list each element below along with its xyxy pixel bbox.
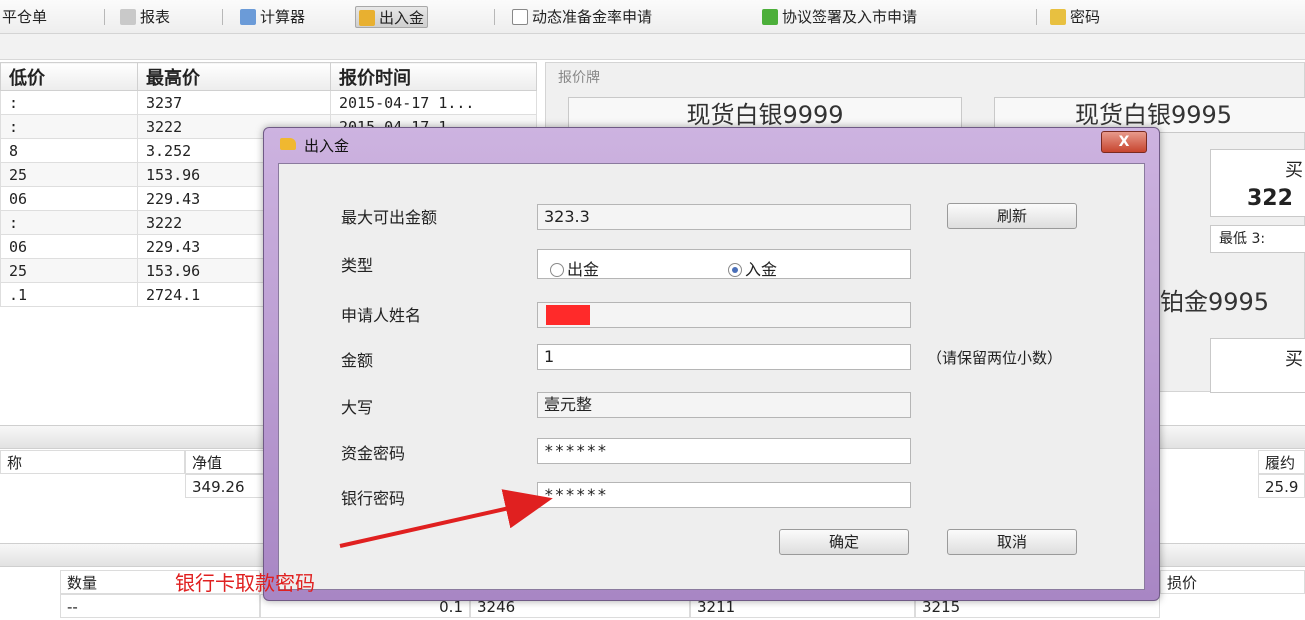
toolbar-separator [494, 9, 495, 25]
toolbar-reserve-ratio[interactable]: 动态准备金率申请 [512, 6, 652, 28]
dialog-titlebar[interactable]: 出入金 X [264, 128, 1159, 160]
table-cell: 3237 [137, 90, 331, 115]
folder-icon [280, 138, 296, 150]
platinum-quote-box: 买 [1210, 338, 1305, 393]
toolbar-password[interactable]: 密码 [1050, 6, 1100, 28]
low-price-box: 最低 3: [1210, 225, 1305, 253]
price-card-platinum[interactable]: 铂金9995 [1146, 285, 1305, 321]
toolbar-deposit-withdraw[interactable]: 出入金 [355, 6, 429, 28]
applicant-name-field [537, 302, 911, 328]
table-cell: 06 [0, 186, 138, 211]
table-cell: .1 [0, 282, 138, 307]
net-value: 349.26 [185, 474, 265, 498]
toolbar-separator [1036, 9, 1037, 25]
quote-table-header: 低价 最高价 报价时间 [0, 62, 537, 91]
annotation-arrow [339, 489, 553, 548]
table-cell: 25 [0, 162, 138, 187]
fund-password-input[interactable]: ****** [537, 438, 911, 464]
toolbar-password-label: 密码 [1070, 8, 1101, 26]
sub-toolbar [0, 34, 1305, 60]
table-cell: 06 [0, 234, 138, 259]
toolbar-report-label: 报表 [140, 8, 171, 26]
amount-input[interactable]: 1 [537, 344, 911, 370]
applicant-name-label: 申请人姓名 [341, 306, 422, 325]
uppercase-amount-label: 大写 [341, 398, 374, 417]
cancel-button[interactable]: 取消 [947, 529, 1077, 555]
table-cell: : [0, 114, 138, 139]
bank-password-input[interactable]: ****** [537, 482, 911, 508]
redaction-block [546, 305, 590, 325]
buy-label: 买 [1285, 160, 1303, 181]
toolbar-close-order[interactable]: 平仓单 [2, 6, 47, 28]
quantity-value: -- [60, 594, 260, 618]
radio-unchecked-icon [550, 263, 564, 277]
toolbar-reserve-ratio-label: 动态准备金率申请 [532, 8, 653, 26]
toolbar-calculator[interactable]: 计算器 [240, 6, 305, 28]
type-label: 类型 [341, 256, 374, 275]
calculator-icon [240, 9, 256, 25]
radio-checked-icon [728, 263, 742, 277]
max-amount-label: 最大可出金额 [341, 208, 438, 227]
stop-loss-header: 损价 [1160, 570, 1305, 594]
table-cell: 8 [0, 138, 138, 163]
toolbar-close-order-label: 平仓单 [2, 8, 48, 26]
toolbar-report[interactable]: 报表 [120, 6, 170, 28]
dialog-title: 出入金 [304, 137, 350, 155]
table-cell: : [0, 210, 138, 235]
buy-label-2: 买 [1285, 349, 1303, 370]
deposit-radio-label: 入金 [745, 260, 778, 279]
top-toolbar: 平仓单 报表 计算器 出入金 动态准备金率申请 协议签署及入市申请 密码 [0, 0, 1305, 34]
type-radio-group: 出金 入金 [537, 249, 911, 279]
toolbar-separator [222, 9, 223, 25]
table-cell: : [0, 90, 138, 115]
edit-icon [512, 9, 528, 25]
amount-label: 金额 [341, 351, 374, 370]
net-value-header: 净值 [185, 450, 265, 474]
amount-hint: （请保留两位小数） [927, 349, 1063, 367]
deposit-radio[interactable]: 入金 [728, 256, 777, 280]
table-cell: 25 [0, 258, 138, 283]
key-icon [1050, 9, 1066, 25]
annotation-label: 银行卡取款密码 [175, 571, 315, 595]
withdraw-radio[interactable]: 出金 [550, 256, 599, 280]
toolbar-deposit-withdraw-label: 出入金 [379, 9, 425, 27]
performance-value: 25.9 [1258, 474, 1305, 498]
withdraw-radio-label: 出金 [567, 260, 600, 279]
max-amount-field: 323.3 [537, 204, 911, 230]
price-quote-box: 买 322 [1210, 149, 1305, 217]
column-header[interactable]: 最高价 [137, 62, 331, 91]
table-cell: 2015-04-17 1... [330, 90, 537, 115]
toolbar-agreement[interactable]: 协议签署及入市申请 [762, 6, 917, 28]
account-name-header: 称 [0, 450, 185, 474]
column-header[interactable]: 报价时间 [330, 62, 537, 91]
coins-icon [359, 10, 375, 26]
table-row[interactable]: :3237 2015-04-17 1... [0, 90, 537, 115]
refresh-button[interactable]: 刷新 [947, 203, 1077, 229]
confirm-button[interactable]: 确定 [779, 529, 909, 555]
performance-header: 履约 [1258, 450, 1305, 474]
fund-password-label: 资金密码 [341, 444, 406, 463]
check-icon [762, 9, 778, 25]
close-button[interactable]: X [1101, 131, 1147, 153]
toolbar-separator [104, 9, 105, 25]
report-icon [120, 9, 136, 25]
uppercase-amount-field: 壹元整 [537, 392, 911, 418]
toolbar-agreement-label: 协议签署及入市申请 [782, 8, 918, 26]
column-header[interactable]: 低价 [0, 62, 138, 91]
toolbar-calculator-label: 计算器 [260, 8, 306, 26]
buy-price: 322 [1247, 186, 1293, 211]
price-board-title: 报价牌 [558, 70, 600, 86]
